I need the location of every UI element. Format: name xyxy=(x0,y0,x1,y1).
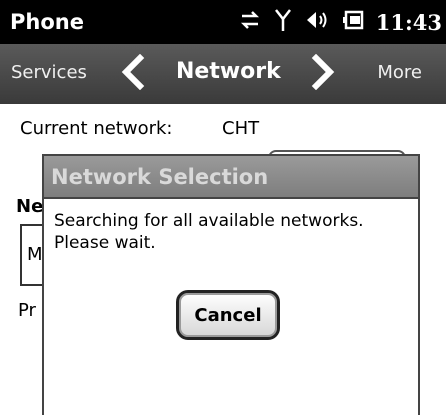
dialog-message-line-2: Please wait. xyxy=(54,233,156,253)
chevron-left-icon[interactable] xyxy=(118,53,148,91)
network-section-heading: Ne xyxy=(16,196,44,217)
nav-more-tab[interactable]: More xyxy=(377,62,422,83)
network-selection-dialog: Network Selection Searching for all avai… xyxy=(42,154,420,415)
current-network-value: CHT xyxy=(222,118,260,139)
data-transfer-icon xyxy=(238,8,262,36)
network-mode-select-value: M xyxy=(27,244,43,265)
status-icons: 11:43 xyxy=(238,8,442,36)
nav-title: Network xyxy=(176,59,281,84)
dialog-title-bar: Network Selection xyxy=(44,156,418,199)
nav-services-tab[interactable]: Services xyxy=(11,62,87,83)
current-network-label: Current network: xyxy=(20,118,173,139)
dialog-message-line-1: Searching for all available networks. xyxy=(54,211,364,231)
status-bar: Phone 11:43 xyxy=(0,0,446,44)
clock: 11:43 xyxy=(375,9,442,35)
cancel-button[interactable]: Cancel xyxy=(176,290,280,340)
battery-icon xyxy=(342,9,364,35)
volume-icon xyxy=(304,7,330,37)
preferred-networks-text: Pr xyxy=(18,300,36,321)
chevron-right-icon[interactable] xyxy=(308,53,338,91)
dialog-message: Searching for all available networks. Pl… xyxy=(54,210,364,254)
signal-icon xyxy=(274,7,292,37)
nav-bar: Services Network More xyxy=(0,44,446,104)
dialog-title: Network Selection xyxy=(51,165,269,189)
app-title: Phone xyxy=(10,10,84,34)
